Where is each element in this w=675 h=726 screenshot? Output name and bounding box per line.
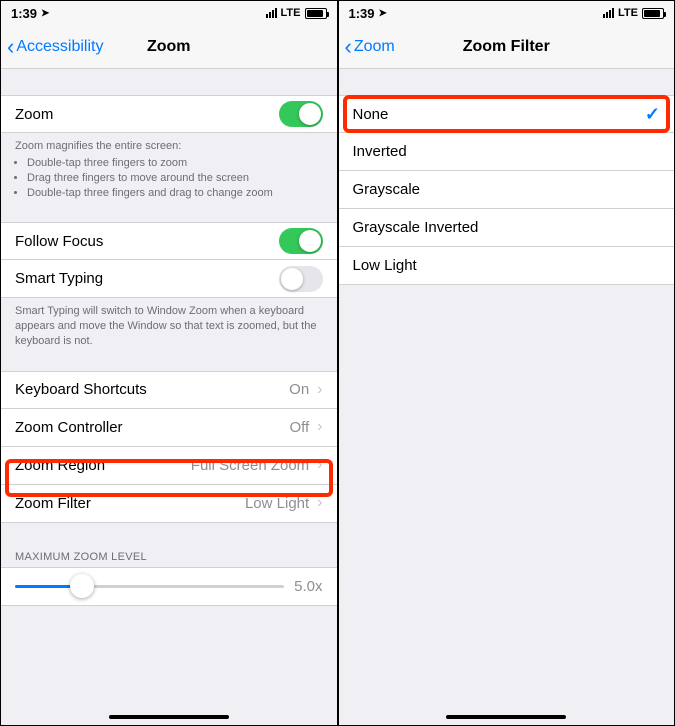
row-label: Zoom Filter (15, 495, 91, 512)
chevron-right-icon: › (317, 456, 322, 474)
chevron-right-icon: › (317, 381, 322, 399)
row-label: Zoom Region (15, 457, 105, 474)
row-label: Zoom Controller (15, 419, 123, 436)
footer-item: Double-tap three fingers and drag to cha… (27, 186, 323, 201)
smart-typing-footer: Smart Typing will switch to Window Zoom … (1, 298, 337, 349)
two-phone-frame: 1:39 ➤ LTE ‹ Accessibility Zoom Zoom (0, 0, 675, 726)
home-indicator[interactable] (446, 715, 566, 719)
option-label: Inverted (353, 143, 407, 160)
follow-focus-row[interactable]: Follow Focus (1, 222, 337, 260)
row-value: Low Light (245, 495, 309, 512)
chevron-left-icon: ‹ (7, 36, 14, 58)
option-label: Grayscale (353, 181, 421, 198)
filter-option-grayscale[interactable]: Grayscale (339, 171, 675, 209)
location-icon: ➤ (41, 8, 49, 19)
battery-icon (305, 8, 327, 19)
nav-bar: ‹ Accessibility Zoom (1, 25, 337, 69)
footer-list: Double-tap three fingers to zoom Drag th… (15, 156, 323, 201)
signal-icon (603, 8, 614, 18)
filter-option-inverted[interactable]: Inverted (339, 133, 675, 171)
signal-icon (266, 8, 277, 18)
follow-focus-switch[interactable] (279, 228, 323, 254)
keyboard-shortcuts-row[interactable]: Keyboard Shortcuts On › (1, 371, 337, 409)
slider-track[interactable] (15, 585, 284, 588)
filter-option-none[interactable]: None ✓ (339, 95, 675, 133)
zoom-region-row[interactable]: Zoom Region Full Screen Zoom › (1, 447, 337, 485)
option-label: Low Light (353, 257, 417, 274)
row-label: Smart Typing (15, 270, 103, 287)
row-value: Off (289, 419, 309, 436)
max-zoom-slider-row[interactable]: 5.0x (1, 567, 337, 606)
back-label: Accessibility (16, 38, 103, 56)
row-label: Follow Focus (15, 233, 103, 250)
filter-option-low-light[interactable]: Low Light (339, 247, 675, 285)
chevron-left-icon: ‹ (345, 36, 352, 58)
location-icon: ➤ (379, 8, 387, 19)
status-time: 1:39 (11, 6, 37, 21)
smart-typing-row[interactable]: Smart Typing (1, 260, 337, 298)
filter-option-grayscale-inverted[interactable]: Grayscale Inverted (339, 209, 675, 247)
phone-left: 1:39 ➤ LTE ‹ Accessibility Zoom Zoom (1, 1, 339, 725)
row-label: Zoom (15, 106, 53, 123)
option-label: Grayscale Inverted (353, 219, 479, 236)
chevron-right-icon: › (317, 494, 322, 512)
checkmark-icon: ✓ (645, 104, 660, 125)
footer-item: Double-tap three fingers to zoom (27, 156, 323, 171)
slider-value: 5.0x (294, 578, 322, 595)
back-label: Zoom (354, 38, 395, 56)
phone-right: 1:39 ➤ LTE ‹ Zoom Zoom Filter None ✓ (339, 1, 675, 725)
status-time: 1:39 (349, 6, 375, 21)
max-zoom-header: MAXIMUM ZOOM LEVEL (1, 545, 337, 567)
status-bar: 1:39 ➤ LTE (339, 1, 675, 25)
back-button[interactable]: ‹ Zoom (345, 36, 395, 58)
row-value: Full Screen Zoom (191, 457, 309, 474)
filter-options: None ✓ Inverted Grayscale Grayscale Inve… (339, 69, 675, 725)
slider-thumb[interactable] (70, 574, 94, 598)
row-value: On (289, 381, 309, 398)
zoom-footer: Zoom magnifies the entire screen: Double… (1, 133, 337, 200)
zoom-filter-row[interactable]: Zoom Filter Low Light › (1, 485, 337, 523)
network-label: LTE (618, 7, 638, 19)
footer-item: Drag three fingers to move around the sc… (27, 171, 323, 186)
battery-icon (642, 8, 664, 19)
nav-bar: ‹ Zoom Zoom Filter (339, 25, 675, 69)
smart-typing-switch[interactable] (279, 266, 323, 292)
footer-title: Zoom magnifies the entire screen: (15, 139, 323, 154)
zoom-toggle-row[interactable]: Zoom (1, 95, 337, 133)
home-indicator[interactable] (109, 715, 229, 719)
network-label: LTE (281, 7, 301, 19)
status-bar: 1:39 ➤ LTE (1, 1, 337, 25)
option-label: None (353, 106, 389, 123)
row-label: Keyboard Shortcuts (15, 381, 147, 398)
chevron-right-icon: › (317, 418, 322, 436)
back-button[interactable]: ‹ Accessibility (7, 36, 103, 58)
settings-content: Zoom Zoom magnifies the entire screen: D… (1, 69, 337, 725)
zoom-controller-row[interactable]: Zoom Controller Off › (1, 409, 337, 447)
zoom-switch[interactable] (279, 101, 323, 127)
